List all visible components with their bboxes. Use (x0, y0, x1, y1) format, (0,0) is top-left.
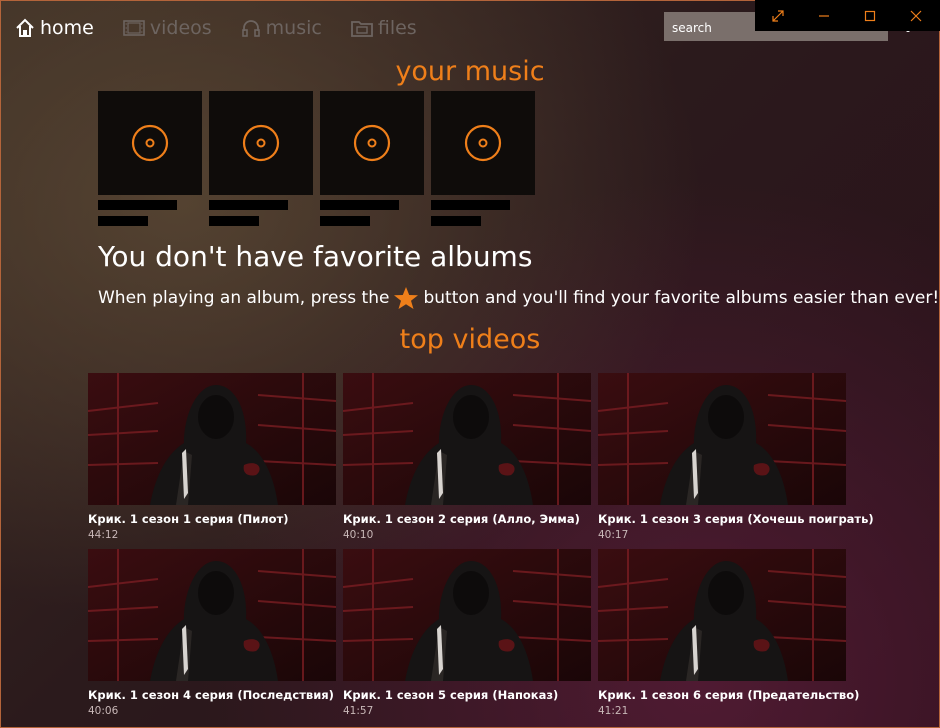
video-tile[interactable]: Крик. 1 сезон 4 серия (Последствия) 40:06 (88, 549, 336, 725)
video-title: Крик. 1 сезон 4 серия (Последствия) (88, 688, 334, 702)
empty-favorites-text: When playing an album, press the button … (98, 286, 939, 310)
top-videos-title: top videos (399, 324, 541, 355)
fullscreen-button[interactable] (755, 0, 801, 31)
album-title-placeholder (320, 200, 399, 210)
album-art (209, 91, 313, 195)
album-list (98, 91, 542, 226)
album-title-placeholder (98, 200, 177, 210)
window-controls (755, 0, 940, 31)
album-tile[interactable] (98, 91, 202, 226)
minimize-button[interactable] (801, 0, 847, 31)
film-icon (123, 20, 145, 36)
video-thumbnail-image (343, 549, 591, 681)
nav-videos-label: videos (149, 17, 212, 39)
maximize-button[interactable] (847, 0, 893, 31)
video-tile[interactable]: Крик. 1 сезон 2 серия (Алло, Эмма) 40:10 (343, 373, 591, 549)
video-duration: 44:12 (88, 529, 119, 541)
nav-home[interactable]: home (14, 14, 94, 42)
nav-files[interactable]: files (350, 14, 417, 42)
video-thumbnail[interactable] (343, 549, 591, 681)
video-duration: 40:17 (598, 529, 629, 541)
video-duration: 41:57 (343, 705, 374, 717)
video-thumbnail[interactable] (88, 373, 336, 505)
album-artist-placeholder (431, 216, 481, 226)
album-artist-placeholder (320, 216, 370, 226)
video-thumbnail-image (343, 373, 591, 505)
nav-files-label: files (377, 17, 417, 39)
video-grid: Крик. 1 сезон 1 серия (Пилот) 44:12 Крик. … (88, 373, 874, 725)
maximize-icon (864, 10, 876, 21)
video-thumbnail-image (598, 549, 846, 681)
video-title: Крик. 1 сезон 1 серия (Пилот) (88, 512, 289, 526)
album-tile[interactable] (209, 91, 313, 226)
disc-icon (353, 124, 391, 162)
album-art (320, 91, 424, 195)
video-title: Крик. 1 сезон 3 серия (Хочешь поиграть) (598, 512, 874, 526)
star-icon (394, 287, 419, 309)
home-icon (16, 18, 34, 37)
video-thumbnail-image (88, 373, 336, 505)
disc-icon (242, 124, 280, 162)
video-duration: 40:06 (88, 705, 119, 717)
disc-icon (464, 124, 502, 162)
video-thumbnail-image (598, 373, 846, 505)
video-duration: 40:10 (343, 529, 374, 541)
empty-text-after: button and you'll find your favorite alb… (423, 288, 940, 308)
close-button[interactable] (893, 0, 939, 31)
video-title: Крик. 1 сезон 5 серия (Напоказ) (343, 688, 559, 702)
album-artist-placeholder (209, 216, 259, 226)
video-thumbnail[interactable] (343, 373, 591, 505)
album-title-placeholder (431, 200, 510, 210)
album-tile[interactable] (431, 91, 535, 226)
nav-music-label: music (265, 17, 322, 39)
your-music-title: your music (395, 56, 545, 87)
album-art (431, 91, 535, 195)
album-tile[interactable] (320, 91, 424, 226)
video-tile[interactable]: Крик. 1 сезон 6 серия (Предательство) 41:… (598, 549, 860, 725)
album-art (98, 91, 202, 195)
empty-favorites-title: You don't have favorite albums (98, 240, 533, 273)
video-thumbnail-image (88, 549, 336, 681)
album-artist-placeholder (98, 216, 148, 226)
nav-videos[interactable]: videos (122, 14, 212, 42)
album-title-placeholder (209, 200, 288, 210)
top-nav: home videos music files (14, 14, 445, 42)
nav-home-label: home (40, 17, 94, 39)
minimize-icon (819, 14, 829, 17)
headphones-icon (241, 20, 260, 37)
video-title: Крик. 1 сезон 6 серия (Предательство) (598, 688, 860, 702)
video-thumbnail[interactable] (598, 549, 846, 681)
nav-music[interactable]: music (240, 14, 322, 42)
fullscreen-icon (772, 9, 784, 22)
folder-icon (350, 21, 373, 37)
video-title: Крик. 1 сезон 2 серия (Алло, Эмма) (343, 512, 580, 526)
video-thumbnail[interactable] (88, 549, 336, 681)
video-duration: 41:21 (598, 705, 629, 717)
video-thumbnail[interactable] (598, 373, 846, 505)
empty-text-before: When playing an album, press the (98, 288, 390, 308)
video-tile[interactable]: Крик. 1 сезон 5 серия (Напоказ) 41:57 (343, 549, 591, 725)
close-icon (910, 10, 922, 21)
disc-icon (131, 124, 169, 162)
video-tile[interactable]: Крик. 1 сезон 1 серия (Пилот) 44:12 (88, 373, 336, 549)
video-tile[interactable]: Крик. 1 сезон 3 серия (Хочешь поиграть) 4… (598, 373, 874, 549)
